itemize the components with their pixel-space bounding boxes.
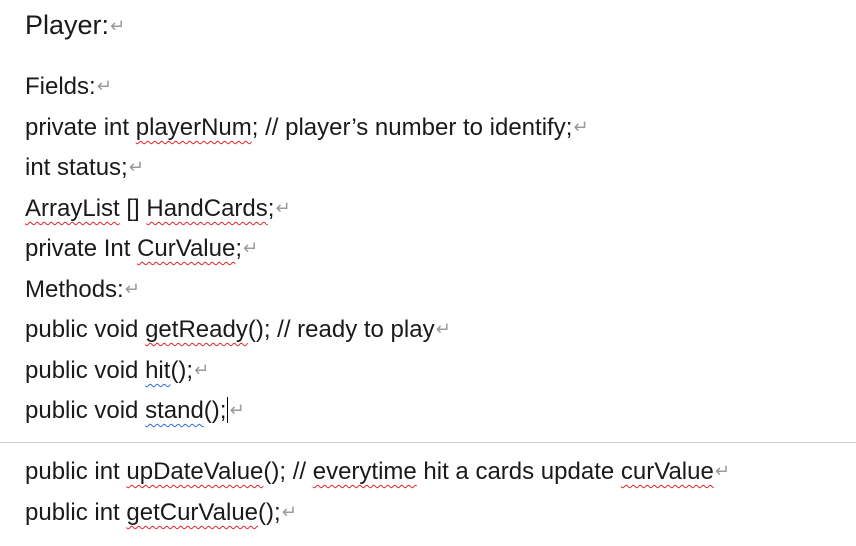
method-line-stand: public void stand(); ↵ bbox=[25, 395, 245, 426]
misspelled-word[interactable]: everytime bbox=[313, 458, 417, 485]
misspelled-word[interactable]: HandCards bbox=[146, 195, 267, 222]
code-text: public void bbox=[25, 316, 146, 343]
paragraph-mark-icon: ↵ bbox=[435, 319, 451, 339]
paragraph-mark-icon: ↵ bbox=[714, 461, 730, 481]
code-text: (); bbox=[258, 499, 281, 526]
code-text: public int bbox=[25, 499, 127, 526]
paragraph-mark-icon: ↵ bbox=[110, 16, 126, 36]
method-line-getready: public void getReady(); // ready to play… bbox=[25, 314, 451, 345]
paragraph-mark-icon: ↵ bbox=[194, 360, 210, 380]
code-text: private Int bbox=[25, 235, 138, 262]
code-text: public void bbox=[25, 397, 146, 424]
code-text: ; // player’s number to identify; bbox=[251, 114, 573, 141]
paragraph-mark-icon: ↵ bbox=[229, 400, 245, 420]
method-line-hit: public void hit();↵ bbox=[25, 355, 209, 386]
field-line-playernum: private int playerNum; // player’s numbe… bbox=[25, 112, 588, 143]
fields-heading-text: Fields: bbox=[25, 73, 96, 100]
flagged-word[interactable]: stand bbox=[145, 397, 204, 424]
paragraph-mark-icon: ↵ bbox=[275, 198, 291, 218]
paragraph-mark-icon: ↵ bbox=[243, 238, 259, 258]
code-text: (); // ready to play bbox=[247, 316, 435, 343]
misspelled-word[interactable]: getCurValue bbox=[126, 499, 258, 526]
misspelled-word[interactable]: getReady bbox=[145, 316, 248, 343]
code-text: [] bbox=[119, 195, 147, 222]
paragraph-mark-icon: ↵ bbox=[124, 279, 140, 299]
code-text: public int bbox=[25, 458, 127, 485]
paragraph-mark-icon: ↵ bbox=[573, 117, 589, 137]
code-text: (); // bbox=[263, 458, 313, 485]
code-text: ; bbox=[267, 195, 275, 222]
code-text: hit a cards update bbox=[416, 458, 621, 485]
field-line-handcards: ArrayList [] HandCards;↵ bbox=[25, 193, 291, 224]
field-line-status: int status;↵ bbox=[25, 152, 144, 183]
code-text: public void bbox=[25, 357, 146, 384]
misspelled-word[interactable]: CurValue bbox=[137, 235, 235, 262]
code-text: (); bbox=[203, 397, 227, 424]
code-text: int status; bbox=[25, 154, 128, 181]
code-text: private int bbox=[25, 114, 136, 141]
heading-methods: Methods:↵ bbox=[25, 274, 140, 305]
code-text: (); bbox=[170, 357, 194, 384]
misspelled-word[interactable]: upDateValue bbox=[126, 458, 263, 485]
flagged-word[interactable]: hit bbox=[145, 357, 170, 384]
misspelled-word[interactable]: curValue bbox=[621, 458, 714, 485]
methods-heading-text: Methods: bbox=[25, 276, 124, 303]
paragraph-mark-icon: ↵ bbox=[96, 76, 112, 96]
code-text: ; bbox=[235, 235, 243, 262]
heading-fields: Fields:↵ bbox=[25, 71, 112, 102]
paragraph-mark-icon: ↵ bbox=[128, 157, 144, 177]
field-line-curvalue: private Int CurValue;↵ bbox=[25, 233, 258, 264]
heading-player: Player:↵ bbox=[25, 10, 125, 41]
title-text: Player: bbox=[25, 10, 110, 40]
method-line-updatevalue: public int upDateValue(); // everytime h… bbox=[25, 456, 730, 487]
paragraph-mark-icon: ↵ bbox=[281, 502, 297, 522]
method-line-getcurvalue: public int getCurValue();↵ bbox=[25, 497, 297, 528]
document-page[interactable]: Player:↵ Fields:↵ private int playerNum;… bbox=[0, 0, 856, 546]
misspelled-word[interactable]: playerNum bbox=[136, 114, 252, 141]
page-break-divider bbox=[0, 442, 856, 443]
misspelled-word[interactable]: ArrayList bbox=[25, 195, 120, 222]
